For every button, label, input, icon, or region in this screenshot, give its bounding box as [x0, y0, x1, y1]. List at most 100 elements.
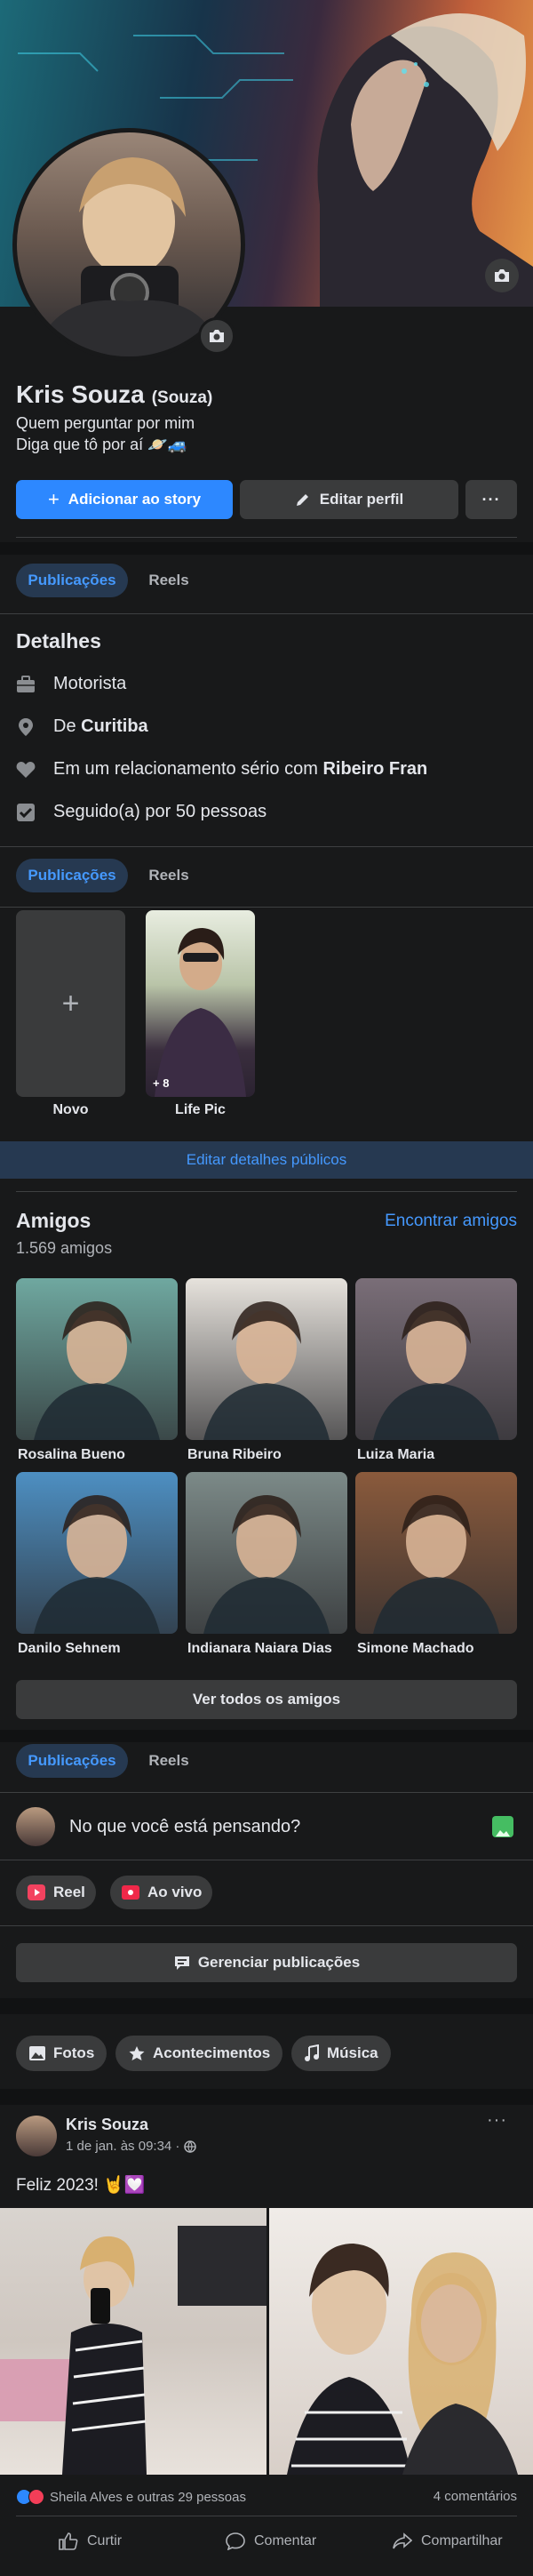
- post-author-avatar[interactable]: [16, 2116, 57, 2156]
- find-friends-link[interactable]: Encontrar amigos: [373, 1212, 517, 1231]
- friend-name[interactable]: Rosalina Bueno: [18, 1447, 125, 1463]
- detail-followers-text: Seguido(a) por 50 pessoas: [53, 802, 267, 821]
- friend-name[interactable]: Simone Machado: [357, 1641, 474, 1657]
- friend-photo[interactable]: [186, 1472, 347, 1634]
- profile-bio-line-2: Diga que tô por aí 🪐🚙: [16, 436, 187, 453]
- divider: [0, 1925, 533, 1926]
- comment-label: Comentar: [254, 2533, 317, 2548]
- see-all-friends-label: Ver todos os amigos: [192, 1691, 341, 1708]
- post-more-button[interactable]: ···: [487, 2110, 507, 2131]
- add-to-story-label: Adicionar ao story: [68, 491, 202, 508]
- edit-public-details-button[interactable]: Editar detalhes públicos: [0, 1141, 533, 1179]
- tab-posts-featured[interactable]: Publicações: [16, 859, 128, 892]
- section-separator: [0, 1998, 533, 2014]
- create-reel-button[interactable]: Reel: [16, 1876, 96, 1909]
- featured-album-tile[interactable]: + 8: [146, 910, 255, 1097]
- comment-icon: [226, 2532, 245, 2550]
- camera-icon: [495, 269, 509, 282]
- composer-avatar[interactable]: [16, 1807, 55, 1846]
- detail-job-text: Motorista: [53, 674, 127, 693]
- manage-posts-button[interactable]: Gerenciar publicações: [16, 1943, 517, 1982]
- camera-icon: [210, 330, 224, 342]
- detail-relationship-partner[interactable]: Ribeiro Fran: [322, 759, 427, 780]
- photo-mirror-selfie: [0, 2226, 266, 2475]
- tab-posts-feed[interactable]: Publicações: [16, 1744, 128, 1778]
- go-live-label: Ao vivo: [147, 1884, 203, 1900]
- friend-name[interactable]: Luiza Maria: [357, 1447, 434, 1463]
- edit-profile-button[interactable]: Editar perfil: [240, 480, 458, 519]
- divider: [0, 1792, 533, 1793]
- plus-icon: +: [47, 488, 60, 510]
- rss-feed-icon: [17, 803, 35, 821]
- profile-name: Kris Souza: [16, 380, 145, 408]
- detail-hometown: De Curitiba: [16, 716, 148, 737]
- filter-music[interactable]: Música: [291, 2036, 391, 2071]
- tab-reels[interactable]: Reels: [133, 564, 204, 597]
- featured-new-label: Novo: [52, 1102, 89, 1117]
- create-reel-label: Reel: [53, 1884, 85, 1900]
- reactions-text: Sheila Alves e outras 29 pessoas: [50, 2489, 246, 2505]
- divider: [0, 846, 533, 847]
- chat-bubble-icon: [174, 1956, 189, 1970]
- comments-count[interactable]: 4 comentários: [434, 2489, 517, 2504]
- featured-album-label: Life Pic: [175, 1102, 226, 1117]
- filter-photos[interactable]: Fotos: [16, 2036, 107, 2071]
- post-text: Feliz 2023! 🤘💟: [16, 2176, 146, 2195]
- post-meta: 1 de jan. às 09:34 ·: [66, 2139, 196, 2154]
- go-live-button[interactable]: Ao vivo: [110, 1876, 213, 1909]
- share-label: Compartilhar: [421, 2533, 503, 2548]
- like-button[interactable]: Curtir: [59, 2532, 122, 2550]
- detail-relationship-prefix: Em um relacionamento sério com: [53, 759, 323, 779]
- divider: [16, 1191, 517, 1192]
- divider: [16, 537, 517, 538]
- friends-count: 1.569 amigos: [16, 1239, 113, 1257]
- detail-hometown-city[interactable]: Curitiba: [81, 716, 148, 737]
- cover-camera-button[interactable]: [485, 259, 519, 292]
- plus-icon: +: [61, 986, 80, 1020]
- reactions-summary[interactable]: Sheila Alves e outras 29 pessoas: [16, 2489, 246, 2505]
- detail-relationship: Em um relacionamento sério com Ribeiro F…: [16, 759, 427, 780]
- briefcase-icon: [17, 675, 35, 692]
- heart-icon: [16, 761, 36, 778]
- friend-photo[interactable]: [355, 1278, 517, 1440]
- add-to-story-button[interactable]: + Adicionar ao story: [16, 480, 233, 519]
- composer-input[interactable]: No que você está pensando?: [69, 1817, 300, 1837]
- filter-events[interactable]: Acontecimentos: [115, 2036, 283, 2071]
- avatar-camera-button[interactable]: [198, 317, 235, 355]
- photo-couple: [287, 2244, 518, 2475]
- more-icon: ···: [481, 490, 501, 508]
- album-cover-photo: [155, 928, 246, 1097]
- profile-alt-name: (Souza): [151, 388, 213, 407]
- image-glyph: [496, 1830, 510, 1836]
- post-author-name[interactable]: Kris Souza: [66, 2116, 148, 2134]
- live-video-icon: [122, 1885, 139, 1900]
- photo-icon[interactable]: [492, 1816, 513, 1837]
- friend-photo[interactable]: [16, 1472, 178, 1634]
- divider: [0, 613, 533, 614]
- share-icon: [393, 2532, 412, 2549]
- tab-reels-featured[interactable]: Reels: [133, 859, 204, 892]
- comment-button[interactable]: Comentar: [226, 2532, 316, 2550]
- post-photo-2[interactable]: [269, 2208, 533, 2475]
- friend-name[interactable]: Indianara Naiara Dias: [187, 1641, 332, 1657]
- share-button[interactable]: Compartilhar: [393, 2532, 503, 2550]
- post-photo-1[interactable]: [0, 2208, 266, 2475]
- edit-public-details-label: Editar detalhes públicos: [186, 1151, 347, 1168]
- life-event-icon: [129, 2046, 145, 2060]
- detail-followers[interactable]: Seguido(a) por 50 pessoas: [16, 802, 266, 822]
- friend-photo[interactable]: [16, 1278, 178, 1440]
- profile-name-line: Kris Souza (Souza): [16, 380, 212, 409]
- friend-photo[interactable]: [355, 1472, 517, 1634]
- detail-hometown-prefix: De: [53, 716, 82, 736]
- filter-photos-label: Fotos: [53, 2044, 95, 2061]
- friend-name[interactable]: Danilo Sehnem: [18, 1641, 121, 1657]
- globe-icon: [183, 2140, 196, 2153]
- post-time[interactable]: 1 de jan. às 09:34 ·: [66, 2139, 184, 2154]
- see-all-friends-button[interactable]: Ver todos os amigos: [16, 1680, 517, 1719]
- more-options-button[interactable]: ···: [465, 480, 517, 519]
- friend-name[interactable]: Bruna Ribeiro: [187, 1447, 282, 1463]
- tab-reels-feed[interactable]: Reels: [133, 1744, 204, 1778]
- tab-posts[interactable]: Publicações: [16, 564, 128, 597]
- featured-new-tile[interactable]: +: [16, 910, 125, 1097]
- friend-photo[interactable]: [186, 1278, 347, 1440]
